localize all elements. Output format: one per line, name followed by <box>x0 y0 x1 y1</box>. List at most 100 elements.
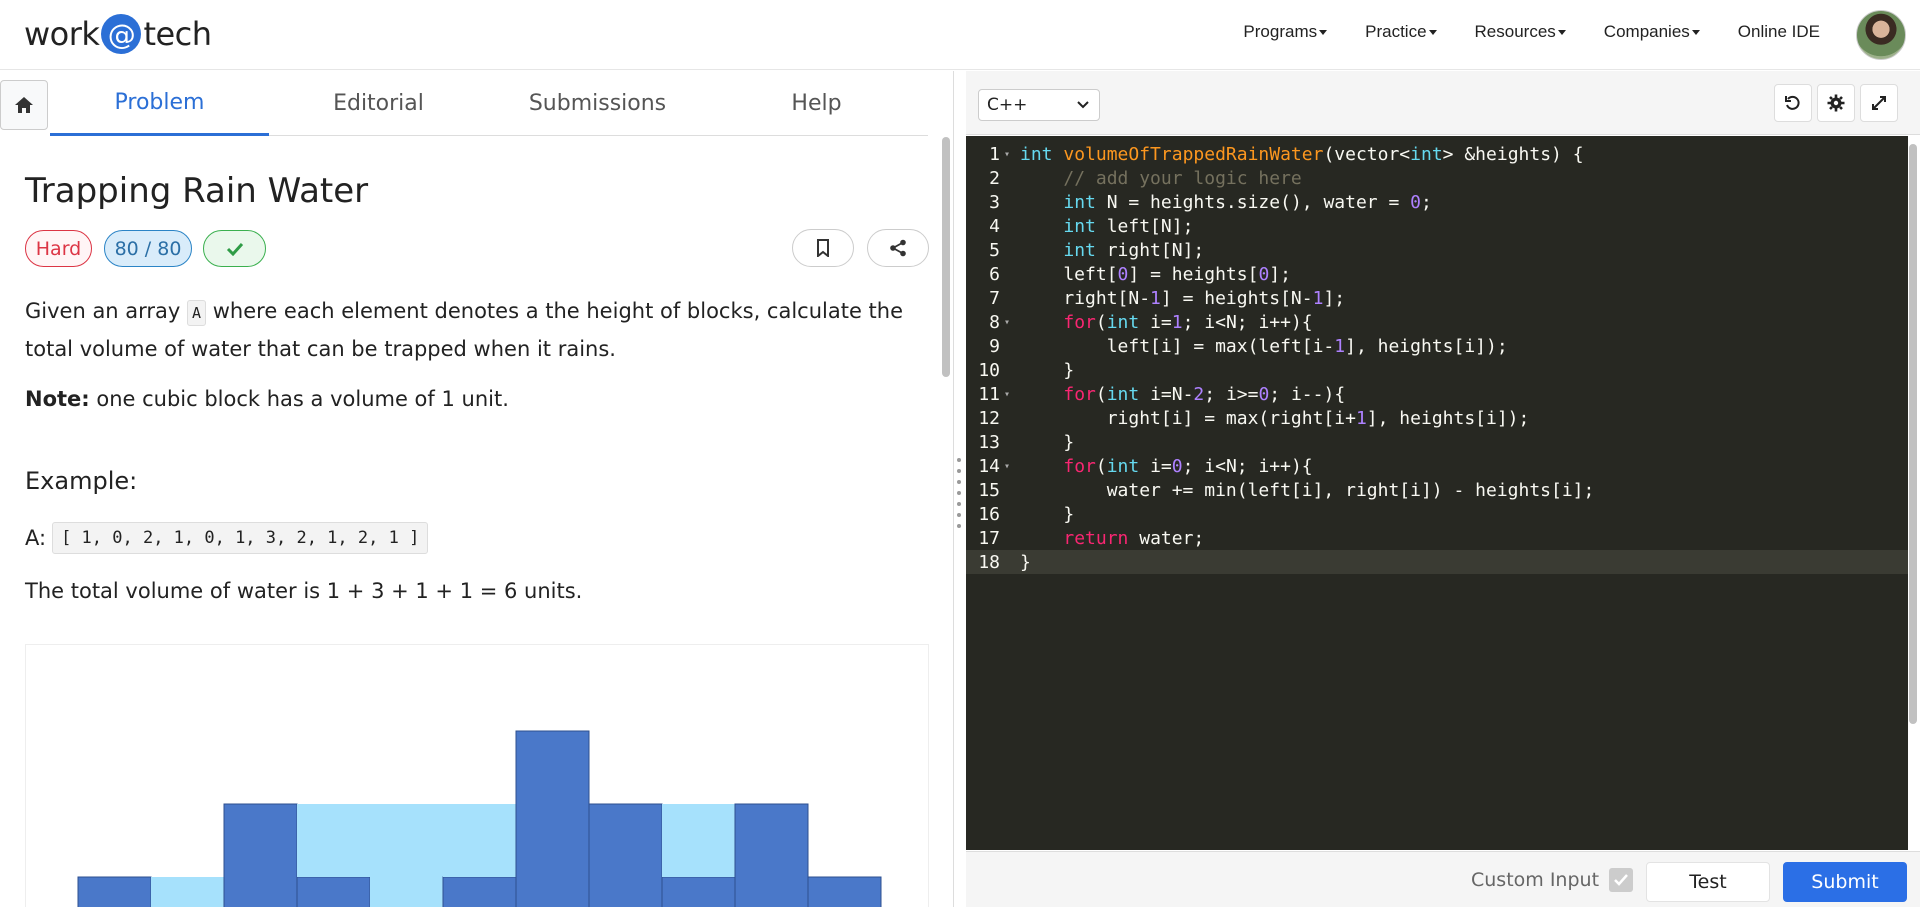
code-line[interactable]: 1 ▾ int volumeOfTrappedRainWater(vector<in… <box>966 142 1908 166</box>
line-number: 1 <box>989 143 1000 165</box>
code-text: right[N-1] = heights[N-1]; <box>1014 288 1345 309</box>
code-token: N = heights.size(), water = <box>1095 191 1411 213</box>
language-select[interactable]: C++ <box>978 89 1100 121</box>
language-value: C++ <box>987 95 1028 115</box>
tab-editorial[interactable]: Editorial <box>269 71 488 136</box>
code-token: 0 <box>1258 263 1270 285</box>
fullscreen-button[interactable] <box>1860 84 1898 122</box>
code-token: left[ <box>1020 263 1118 285</box>
custom-input-checkbox[interactable] <box>1609 868 1634 892</box>
code-editor[interactable]: 1 ▾ int volumeOfTrappedRainWater(vector<in… <box>966 136 1908 850</box>
code-text: } <box>1014 360 1074 381</box>
code-line[interactable]: 5 int right[N]; <box>966 238 1908 262</box>
code-token: right[N]; <box>1095 239 1205 261</box>
fold-arrow-icon[interactable]: ▾ <box>1000 317 1014 328</box>
code-line[interactable]: 8 ▾ for(int i=1; i<N; i++){ <box>966 310 1908 334</box>
line-number: 2 <box>989 167 1000 189</box>
editor-scrollbar[interactable] <box>1909 144 1917 724</box>
block-bar <box>515 730 590 907</box>
code-token: int <box>1063 191 1096 213</box>
fold-arrow-icon[interactable]: ▾ <box>1000 389 1014 400</box>
editor-toolbar: C++ <box>966 71 1920 135</box>
editor-footer: Custom Input Test Submit <box>966 851 1920 907</box>
nav-practice[interactable]: Practice <box>1365 22 1437 42</box>
code-token: ] = heights[N- <box>1160 287 1313 309</box>
code-line[interactable]: 12 right[i] = max(right[i+1], heights[i]… <box>966 406 1908 430</box>
code-line[interactable]: 6 left[0] = heights[0]; <box>966 262 1908 286</box>
caret-down-icon <box>1319 29 1328 35</box>
code-token: ( <box>1095 383 1107 405</box>
custom-input-toggle[interactable]: Custom Input <box>1471 868 1634 892</box>
code-line[interactable]: 10 } <box>966 358 1908 382</box>
share-button[interactable] <box>867 229 929 267</box>
code-line[interactable]: 7 right[N-1] = heights[N-1]; <box>966 286 1908 310</box>
code-line[interactable]: 11 ▾ for(int i=N-2; i>=0; i--){ <box>966 382 1908 406</box>
code-token: 0 <box>1171 455 1183 477</box>
avatar[interactable] <box>1856 10 1906 60</box>
expand-icon <box>1872 96 1886 110</box>
block-bar <box>588 803 663 907</box>
tab-submissions[interactable]: Submissions <box>488 71 707 136</box>
reset-code-button[interactable] <box>1774 84 1812 122</box>
code-token: i= <box>1139 311 1172 333</box>
diagram-svg <box>77 730 882 907</box>
settings-button[interactable] <box>1817 84 1855 122</box>
code-token: for <box>1063 455 1096 477</box>
nav-companies[interactable]: Companies <box>1604 22 1700 42</box>
home-button[interactable] <box>0 80 48 130</box>
code-text: } <box>1014 552 1031 573</box>
undo-icon <box>1785 95 1800 110</box>
code-line[interactable]: 17 return water; <box>966 526 1908 550</box>
code-line[interactable]: 4 int left[N]; <box>966 214 1908 238</box>
code-line[interactable]: 16 } <box>966 502 1908 526</box>
code-line[interactable]: 2 // add your logic here <box>966 166 1908 190</box>
nav-online-ide[interactable]: Online IDE <box>1738 22 1820 42</box>
code-token: ]; <box>1323 287 1346 309</box>
code-line[interactable]: 15 water += min(left[i], right[i]) - hei… <box>966 478 1908 502</box>
code-line[interactable]: 14 ▾ for(int i=0; i<N; i++){ <box>966 454 1908 478</box>
line-number: 11 <box>978 383 1000 405</box>
nav-programs-label: Programs <box>1243 22 1318 41</box>
code-token: // add your logic here <box>1063 167 1302 189</box>
scrollbar[interactable] <box>942 137 950 377</box>
line-number: 3 <box>989 191 1000 213</box>
code-token: right[N- <box>1020 287 1151 309</box>
test-button[interactable]: Test <box>1646 862 1770 902</box>
line-number: 6 <box>989 263 1000 285</box>
code-text: for(int i=N-2; i>=0; i--){ <box>1014 384 1345 405</box>
code-text: left[0] = heights[0]; <box>1014 264 1291 285</box>
logo[interactable]: work @ tech <box>24 14 212 54</box>
code-text: } <box>1014 504 1074 525</box>
line-number: 10 <box>978 359 1000 381</box>
tab-problem[interactable]: Problem <box>50 71 269 136</box>
tab-help[interactable]: Help <box>707 71 926 136</box>
resize-handle[interactable] <box>956 458 962 528</box>
code-line[interactable]: 9 left[i] = max(left[i-1], heights[i]); <box>966 334 1908 358</box>
code-token: ] = heights[ <box>1128 263 1259 285</box>
code-line[interactable]: 3 int N = heights.size(), water = 0; <box>966 190 1908 214</box>
example-array: [ 1, 0, 2, 1, 0, 1, 3, 2, 1, 2, 1 ] <box>52 522 429 554</box>
nav-online-ide-label: Online IDE <box>1737 22 1820 41</box>
code-token: ; i>= <box>1204 383 1259 405</box>
nav-resources[interactable]: Resources <box>1475 22 1566 42</box>
logo-prefix: work <box>24 15 100 53</box>
submit-button[interactable]: Submit <box>1783 862 1907 902</box>
code-token: 1 <box>1171 311 1183 333</box>
code-token: 0 <box>1258 383 1270 405</box>
code-text: } <box>1014 432 1074 453</box>
nav-programs[interactable]: Programs <box>1243 22 1328 42</box>
code-line[interactable]: 13 } <box>966 430 1908 454</box>
fold-arrow-icon[interactable]: ▾ <box>1000 461 1014 472</box>
code-token: int <box>1063 215 1096 237</box>
rain-water-diagram <box>25 644 929 907</box>
line-number: 4 <box>989 215 1000 237</box>
block-bar <box>661 876 736 907</box>
code-line[interactable]: 18} <box>966 550 1908 574</box>
problem-note: Note: one cubic block has a volume of 1 … <box>25 387 509 411</box>
code-token: ; i--){ <box>1269 383 1346 405</box>
fold-arrow-icon[interactable]: ▾ <box>1000 149 1014 160</box>
bookmark-button[interactable] <box>792 229 854 267</box>
code-text: int right[N]; <box>1014 240 1204 261</box>
